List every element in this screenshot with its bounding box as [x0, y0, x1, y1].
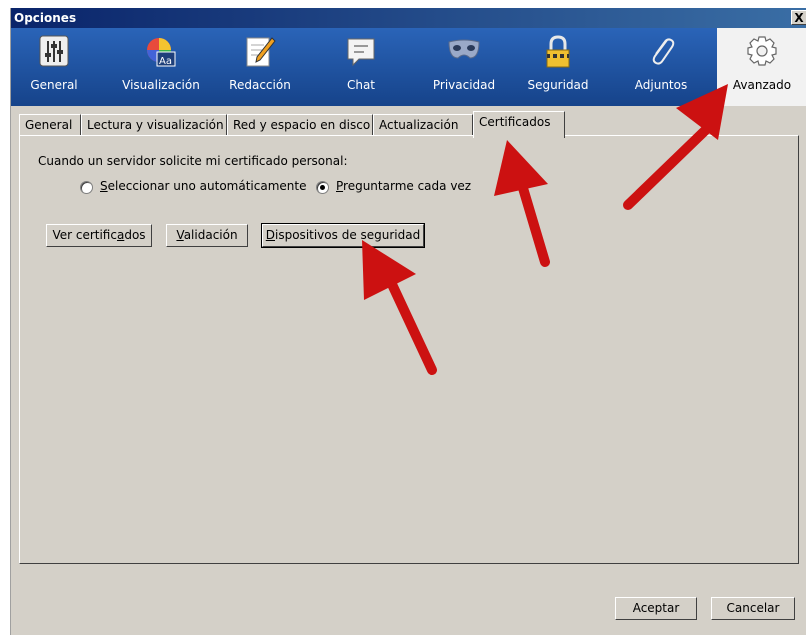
- toolbar-item-privacidad[interactable]: Privacidad: [421, 28, 507, 106]
- toolbar-label: Adjuntos: [634, 78, 688, 92]
- tab-lectura-visualizacion[interactable]: Lectura y visualización: [81, 114, 227, 136]
- tab-actualizacion[interactable]: Actualización: [373, 114, 473, 136]
- pencil-paper-icon: [246, 37, 276, 67]
- toolbar-item-adjuntos[interactable]: Adjuntos: [623, 28, 699, 106]
- toolbar-label: Chat: [346, 78, 376, 92]
- radio-auto-label[interactable]: Seleccionar uno automáticamente: [100, 179, 306, 193]
- title-bar: Opciones X: [11, 8, 806, 28]
- svg-text:Aa: Aa: [159, 56, 172, 67]
- color-text-icon: Aa: [147, 38, 176, 67]
- toolbar-item-chat[interactable]: Chat: [325, 28, 397, 106]
- sliders-icon: [39, 35, 69, 67]
- tab-certificados[interactable]: Certificados: [473, 111, 565, 138]
- gear-icon: [747, 36, 777, 66]
- toolbar-item-avanzado[interactable]: Avanzado: [717, 28, 806, 106]
- window-title: Opciones: [14, 11, 77, 25]
- options-window: Opciones X General Aa Visualización Reda…: [10, 8, 806, 635]
- toolbar-label: Seguridad: [527, 78, 589, 92]
- ver-certificados-button[interactable]: Ver certificados: [46, 224, 152, 247]
- close-button[interactable]: X: [791, 10, 806, 25]
- validacion-button[interactable]: Validación: [166, 224, 248, 247]
- category-toolbar: General Aa Visualización Redacción Chat …: [11, 28, 806, 106]
- speech-bubble-icon: [347, 38, 375, 67]
- toolbar-item-visualizacion[interactable]: Aa Visualización: [113, 28, 209, 106]
- radio-ask-label[interactable]: Preguntarme cada vez: [336, 179, 471, 193]
- tab-general[interactable]: General: [19, 114, 81, 136]
- radio-auto[interactable]: [80, 181, 93, 194]
- paperclip-icon: [652, 38, 675, 65]
- certificados-panel: Cuando un servidor solicite mi certifica…: [19, 135, 799, 564]
- radio-ask[interactable]: [316, 181, 329, 194]
- padlock-icon: [546, 35, 570, 68]
- radio-checked-dot: [320, 185, 325, 190]
- toolbar-label: Redacción: [229, 78, 291, 92]
- toolbar-item-seguridad[interactable]: Seguridad: [519, 28, 597, 106]
- toolbar-label: Privacidad: [432, 78, 496, 92]
- mask-icon: [448, 39, 480, 59]
- cert-prompt: Cuando un servidor solicite mi certifica…: [38, 154, 348, 168]
- advanced-tabs: General Lectura y visualización Red y es…: [19, 111, 799, 138]
- tab-red-espacio-disco[interactable]: Red y espacio en disco: [227, 114, 373, 136]
- cancel-button[interactable]: Cancelar: [711, 597, 795, 620]
- toolbar-label: Visualización: [122, 78, 200, 92]
- toolbar-label: Avanzado: [732, 78, 792, 92]
- dispositivos-seguridad-button[interactable]: Dispositivos de seguridad: [261, 223, 425, 248]
- toolbar-label: General: [30, 78, 78, 92]
- accept-button[interactable]: Aceptar: [615, 597, 697, 620]
- toolbar-item-redaccion[interactable]: Redacción: [219, 28, 301, 106]
- toolbar-item-general[interactable]: General: [14, 28, 94, 106]
